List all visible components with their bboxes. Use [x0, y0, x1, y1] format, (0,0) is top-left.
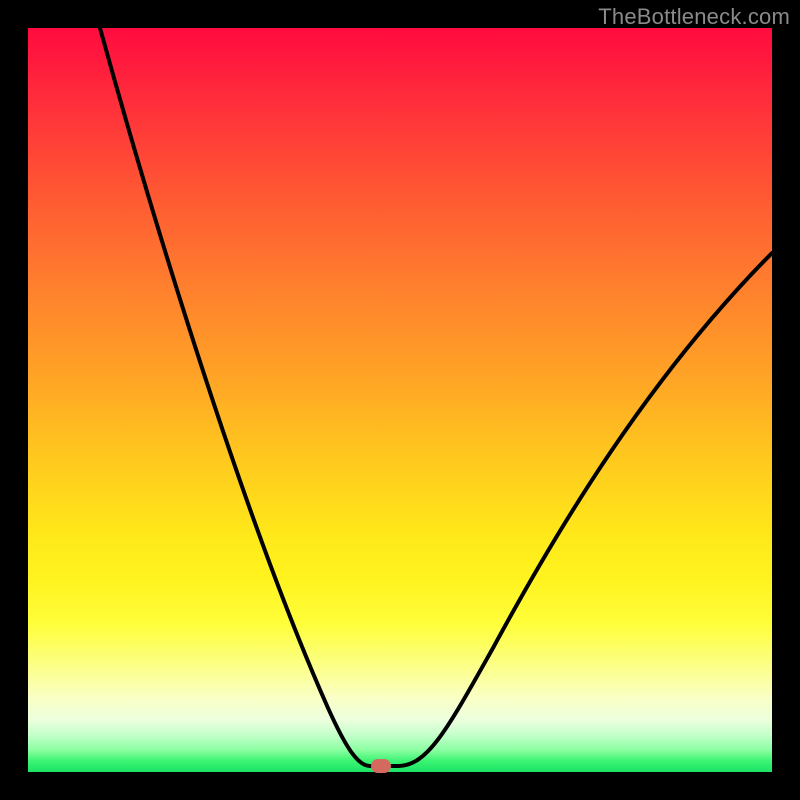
- chart-plot-area: [28, 28, 772, 772]
- optimal-point-marker: [371, 759, 391, 773]
- chart-frame: TheBottleneck.com: [0, 0, 800, 800]
- bottleneck-curve: [28, 28, 772, 772]
- watermark-text: TheBottleneck.com: [598, 4, 790, 30]
